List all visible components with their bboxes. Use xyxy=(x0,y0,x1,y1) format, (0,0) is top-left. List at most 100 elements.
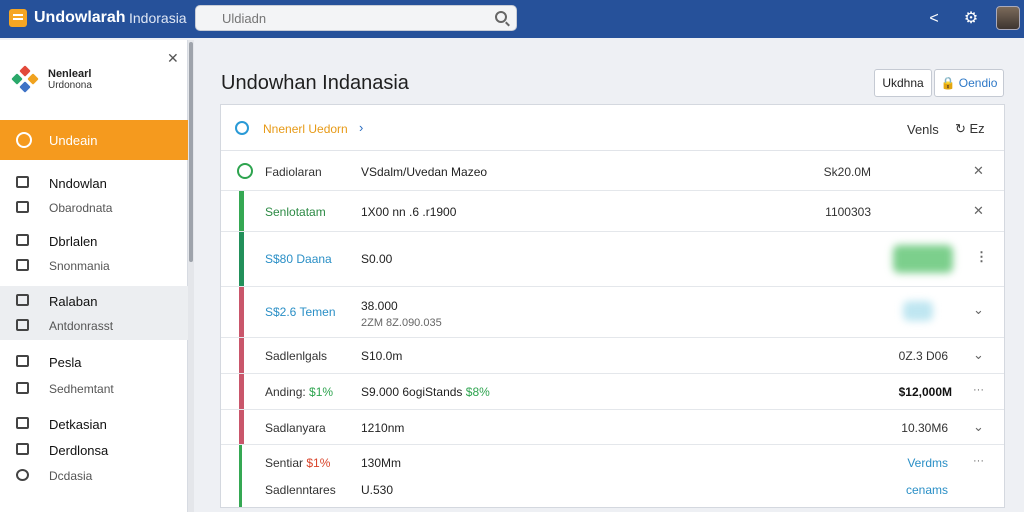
page-title: Undowhan Indanasia xyxy=(221,72,409,94)
location-icon xyxy=(16,469,29,481)
pin-icon xyxy=(16,259,29,271)
row-delta: $1% xyxy=(306,456,331,470)
row-status-bar xyxy=(239,287,244,337)
brand-subname: Urdonona xyxy=(48,80,92,91)
row-status-bar xyxy=(239,232,244,286)
row-label: Fadiolaran xyxy=(265,165,322,179)
table-row[interactable]: Sentiar $1% 130Mm Verdms ··· xyxy=(221,445,1004,479)
status-indicator xyxy=(903,301,933,321)
row-status-bar xyxy=(239,191,244,231)
list-icon xyxy=(16,201,29,213)
row-value: VSdalm/Uvedan Mazeo xyxy=(361,165,488,179)
row-amount: 10.30M6 xyxy=(901,421,948,435)
sidebar-item-label: Pesla xyxy=(49,355,82,370)
primary-button[interactable]: 🔒 Oendio xyxy=(934,69,1004,97)
sidebar-item-5[interactable]: Antdonrasst xyxy=(0,314,188,338)
close-icon[interactable]: ✕ xyxy=(973,163,984,179)
flag-icon xyxy=(16,417,29,429)
chevron-down-icon[interactable]: ⌄ xyxy=(973,419,984,435)
sidebar-scrollbar[interactable] xyxy=(188,40,194,512)
scrollbar-thumb[interactable] xyxy=(189,42,193,262)
row-label: S$2.6 Temen xyxy=(265,305,336,319)
share-icon[interactable]: < xyxy=(925,10,943,28)
close-icon[interactable]: ✕ xyxy=(973,203,984,219)
row-label: Sadlenntares xyxy=(265,483,336,497)
tray-icon xyxy=(16,176,29,188)
sidebar-item-label: Snonmania xyxy=(49,259,110,273)
breadcrumb[interactable]: Nnenerl Uedorn xyxy=(263,122,348,136)
more-icon[interactable]: ⋮ xyxy=(975,249,988,265)
table-row[interactable]: S$80 Daana S0.00 ⋮ xyxy=(221,232,1004,287)
status-indicator xyxy=(893,245,953,273)
monitor-icon xyxy=(16,234,29,246)
table-row[interactable]: Fadiolaran VSdalm/Uvedan Mazeo Sk20.0M ✕ xyxy=(221,151,1004,191)
avatar[interactable] xyxy=(996,6,1020,30)
row-delta: $1% xyxy=(309,385,334,399)
row-label: Sentiar $1% xyxy=(265,456,330,470)
gear-icon[interactable]: ⚙ xyxy=(962,10,980,28)
row-link[interactable]: Verdms xyxy=(907,456,948,470)
sidebar-item-10[interactable]: Dcdasia xyxy=(0,464,188,488)
sidebar-item-label: Undeain xyxy=(49,133,98,148)
table-row[interactable]: Sadlenntares U.530 cenams xyxy=(221,479,1004,507)
sidebar-item-active[interactable]: Undeain xyxy=(0,120,188,160)
close-icon[interactable]: ✕ xyxy=(167,50,179,67)
calendar-icon xyxy=(16,355,29,367)
refresh-icon: ↻ xyxy=(955,121,970,136)
table-row[interactable]: Sadlenlgals S10.0m 0Z.3 D06 ⌄ xyxy=(221,338,1004,374)
sidebar-item-2[interactable]: Dbrlalen xyxy=(0,229,188,253)
sidebar-item-8[interactable]: Detkasian xyxy=(0,412,188,436)
grid-icon xyxy=(16,319,29,331)
table-row[interactable]: Senlotatam 1X00 nn .6 .r1900 1100303 ✕ xyxy=(221,191,1004,232)
row-link[interactable]: cenams xyxy=(906,483,948,497)
more-icon[interactable]: ··· xyxy=(973,455,984,467)
panel-header: Nnenerl Uedorn › Venls ↻ Ez xyxy=(221,105,1004,151)
clock-icon xyxy=(16,132,32,148)
row-value: 1X00 nn .6 .r1900 xyxy=(361,205,457,219)
app-logo-icon[interactable] xyxy=(9,9,27,27)
refresh-toggle[interactable]: ↻ Ez xyxy=(955,121,985,137)
app-subtitle: Indorasia xyxy=(129,10,187,26)
sidebar-item-label: Ralaban xyxy=(49,294,98,309)
refresh-toggle-label: Ez xyxy=(969,121,985,136)
row-value: S10.0m xyxy=(361,349,403,363)
chevron-down-icon[interactable]: ⌄ xyxy=(973,302,984,318)
row-status-bar xyxy=(239,445,242,479)
sidebar-item-7[interactable]: Sedhemtant xyxy=(0,377,188,401)
sidebar-item-9[interactable]: Derdlonsa xyxy=(0,438,188,462)
lock-icon: 🔒 xyxy=(940,76,959,90)
row-status-bar xyxy=(239,374,244,409)
sidebar-item-label: Sedhemtant xyxy=(49,382,114,396)
brand-name: Nenlearl xyxy=(48,68,92,80)
search-input[interactable] xyxy=(222,9,482,27)
row-value: U.530 xyxy=(361,483,394,497)
sidebar-item-0[interactable]: Nndowlan xyxy=(0,171,188,195)
table-row[interactable]: S$2.6 Temen 38.000 2ZM 8Z.090.035 ⌄ xyxy=(221,287,1004,338)
row-label: S$80 Daana xyxy=(265,252,332,266)
brand-logo-icon xyxy=(11,65,39,93)
chevron-right-icon[interactable]: › xyxy=(359,120,363,135)
row-label: Senlotatam xyxy=(265,205,326,219)
row-status-bar xyxy=(239,479,242,507)
chevron-down-icon[interactable]: ⌄ xyxy=(973,347,984,363)
sidebar-item-3[interactable]: Snonmania xyxy=(0,254,188,278)
search-bar[interactable] xyxy=(195,5,517,31)
table-row[interactable]: Sadlanyara 1210nm 10.30M6 ⌄ xyxy=(221,410,1004,445)
chart-icon xyxy=(16,294,29,306)
secondary-button[interactable]: Ukdhna xyxy=(874,69,932,97)
sidebar-item-label: Dbrlalen xyxy=(49,234,98,249)
sidebar-item-label: Derdlonsa xyxy=(49,443,109,458)
row-value-text: S9.000 6ogiStands xyxy=(361,385,463,399)
sidebar-item-4[interactable]: Ralaban xyxy=(0,289,188,313)
search-icon[interactable] xyxy=(495,11,507,23)
row-value: S9.000 6ogiStands $8% xyxy=(361,385,490,399)
top-bar: Undowlarah Indorasia < ⚙ xyxy=(0,0,1024,38)
table-row[interactable]: Anding: $1% S9.000 6ogiStands $8% $12,00… xyxy=(221,374,1004,410)
sidebar-item-1[interactable]: Obarodnata xyxy=(0,196,188,220)
sidebar-item-6[interactable]: Pesla xyxy=(0,350,188,374)
more-icon[interactable]: ··· xyxy=(973,384,984,396)
sidebar-item-label: Detkasian xyxy=(49,417,107,432)
row-status-bar xyxy=(239,410,244,444)
data-panel: Nnenerl Uedorn › Venls ↻ Ez Fadiolaran V… xyxy=(220,104,1005,508)
sidebar-item-label: Dcdasia xyxy=(49,469,93,483)
